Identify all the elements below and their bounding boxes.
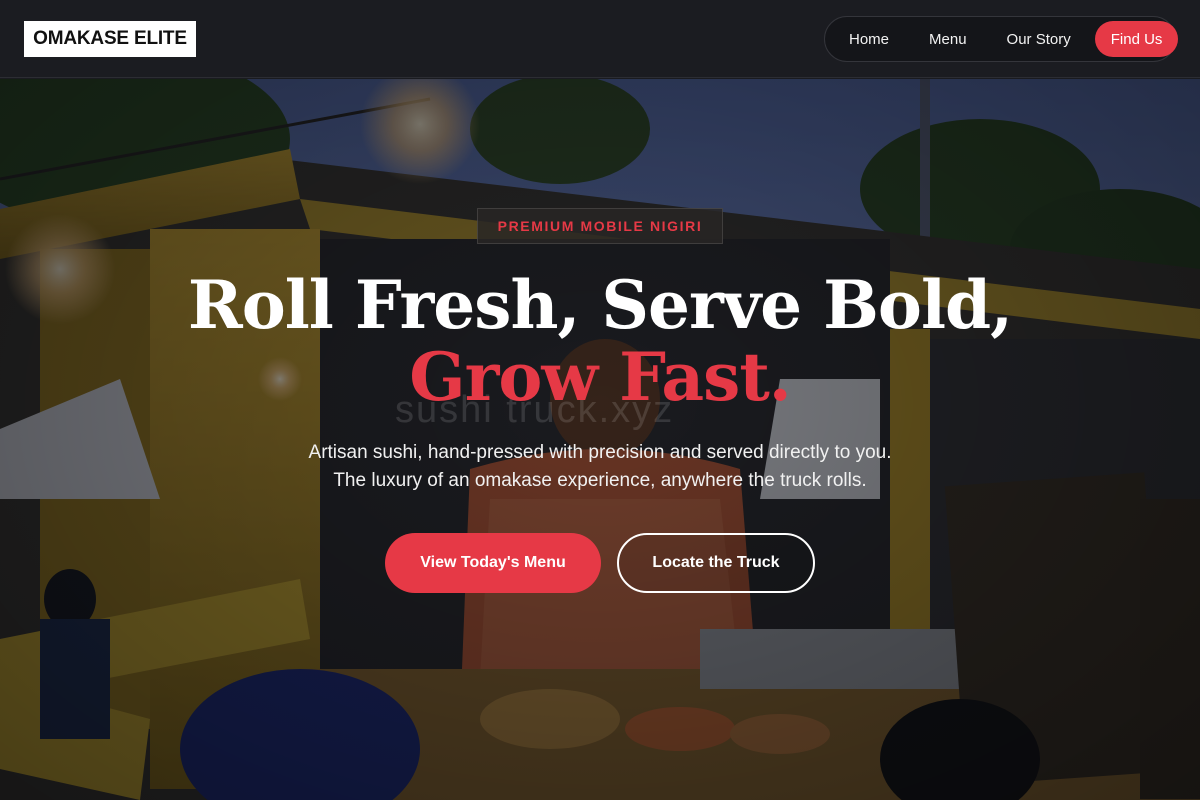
subcopy-line-1: Artisan sushi, hand-pressed with precisi… [308, 442, 892, 463]
hero-badge: PREMIUM MOBILE NIGIRI [477, 208, 723, 244]
nav-home-link[interactable]: Home [829, 21, 909, 57]
view-menu-button[interactable]: View Today's Menu [385, 533, 601, 593]
nav-find-us-button[interactable]: Find Us [1094, 21, 1179, 57]
main-nav: Home Menu Our Story Find Us [824, 16, 1179, 62]
nav-menu-link[interactable]: Menu [909, 21, 987, 57]
locate-truck-button[interactable]: Locate the Truck [617, 533, 815, 593]
subcopy-line-2: The luxury of an omakase experience, any… [333, 470, 867, 491]
hero-section: sushi truck.xyz PREMIUM MOBILE NIGIRI Ro… [0, 79, 1200, 800]
site-logo[interactable]: OMAKASE ELITE [24, 21, 196, 57]
site-header: OMAKASE ELITE Home Menu Our Story Find U… [0, 0, 1200, 78]
hero-headline: Roll Fresh, Serve Bold, Grow Fast. [0, 269, 1200, 413]
headline-line-2: Grow Fast. [409, 338, 792, 416]
hero-subcopy: Artisan sushi, hand-pressed with precisi… [0, 439, 1200, 495]
headline-line-1: Roll Fresh, Serve Bold, [187, 266, 1013, 344]
nav-our-story-link[interactable]: Our Story [987, 21, 1091, 57]
